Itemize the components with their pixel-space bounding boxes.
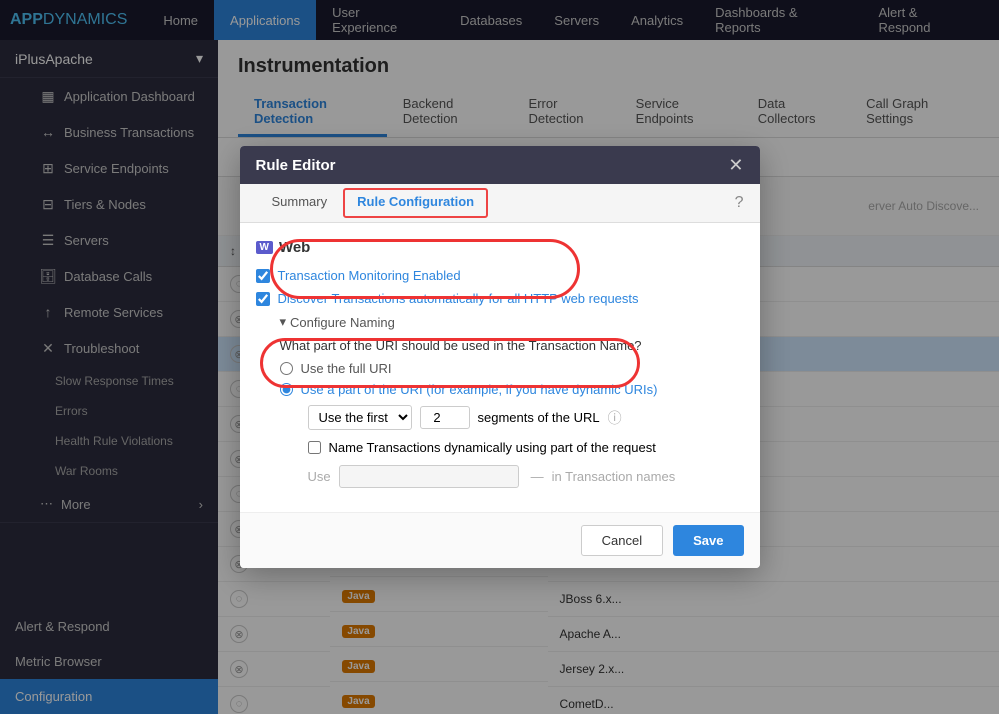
checkbox-name-transactions[interactable] (308, 441, 321, 454)
name-transactions-row: Name Transactions dynamically using part… (308, 440, 744, 455)
radio-full-uri[interactable] (280, 362, 293, 375)
rule-editor-modal: Rule Editor ✕ Summary Rule Configuration… (240, 146, 760, 568)
modal-section-title: W Web (256, 239, 744, 256)
use-first-row: Use the first segments of the URL ⓘ (308, 405, 744, 430)
modal-footer: Cancel Save (240, 512, 760, 568)
radio-part-uri-row: Use a part of the URI (for example, if y… (280, 382, 744, 397)
checkbox-monitoring-enabled-row: Transaction Monitoring Enabled (256, 268, 744, 283)
segments-label: segments of the URL (478, 410, 600, 425)
checkbox-discover-label[interactable]: Discover Transactions automatically for … (278, 291, 639, 306)
radio-part-uri[interactable] (280, 383, 293, 396)
modal-body: W Web Transaction Monitoring Enabled Dis… (240, 223, 760, 512)
in-transactions-label: in Transaction names (552, 469, 676, 484)
use-in-row: Use — in Transaction names (308, 465, 744, 488)
use-first-select[interactable]: Use the first (308, 405, 412, 430)
radio-full-uri-row: Use the full URI (280, 361, 744, 376)
modal-help-button[interactable]: ? (735, 194, 744, 212)
radio-part-uri-label[interactable]: Use a part of the URI (for example, if y… (301, 382, 658, 397)
use-label: Use (308, 469, 331, 484)
checkbox-discover-transactions[interactable] (256, 292, 270, 306)
name-transactions-label[interactable]: Name Transactions dynamically using part… (329, 440, 656, 455)
checkbox-monitoring-enabled[interactable] (256, 269, 270, 283)
cancel-button[interactable]: Cancel (581, 525, 663, 556)
uri-question: What part of the URI should be used in t… (280, 338, 744, 353)
modal-close-button[interactable]: ✕ (728, 156, 743, 174)
use-in-input[interactable] (339, 465, 519, 488)
modal-tab-summary[interactable]: Summary (256, 184, 344, 222)
modal-overlay: Rule Editor ✕ Summary Rule Configuration… (0, 0, 999, 714)
info-icon[interactable]: ⓘ (608, 408, 622, 428)
web-badge: W (256, 241, 273, 254)
save-button[interactable]: Save (673, 525, 743, 556)
configure-naming-toggle[interactable]: ▾ Configure Naming (280, 314, 744, 330)
modal-tab-rule-configuration[interactable]: Rule Configuration (343, 188, 488, 218)
radio-full-uri-label[interactable]: Use the full URI (301, 361, 392, 376)
checkbox-monitoring-label[interactable]: Transaction Monitoring Enabled (278, 268, 461, 283)
modal-tabs: Summary Rule Configuration ? (240, 184, 760, 223)
checkbox-discover-transactions-row: Discover Transactions automatically for … (256, 291, 744, 306)
modal-header: Rule Editor ✕ (240, 146, 760, 184)
segments-number-input[interactable] (420, 406, 470, 429)
